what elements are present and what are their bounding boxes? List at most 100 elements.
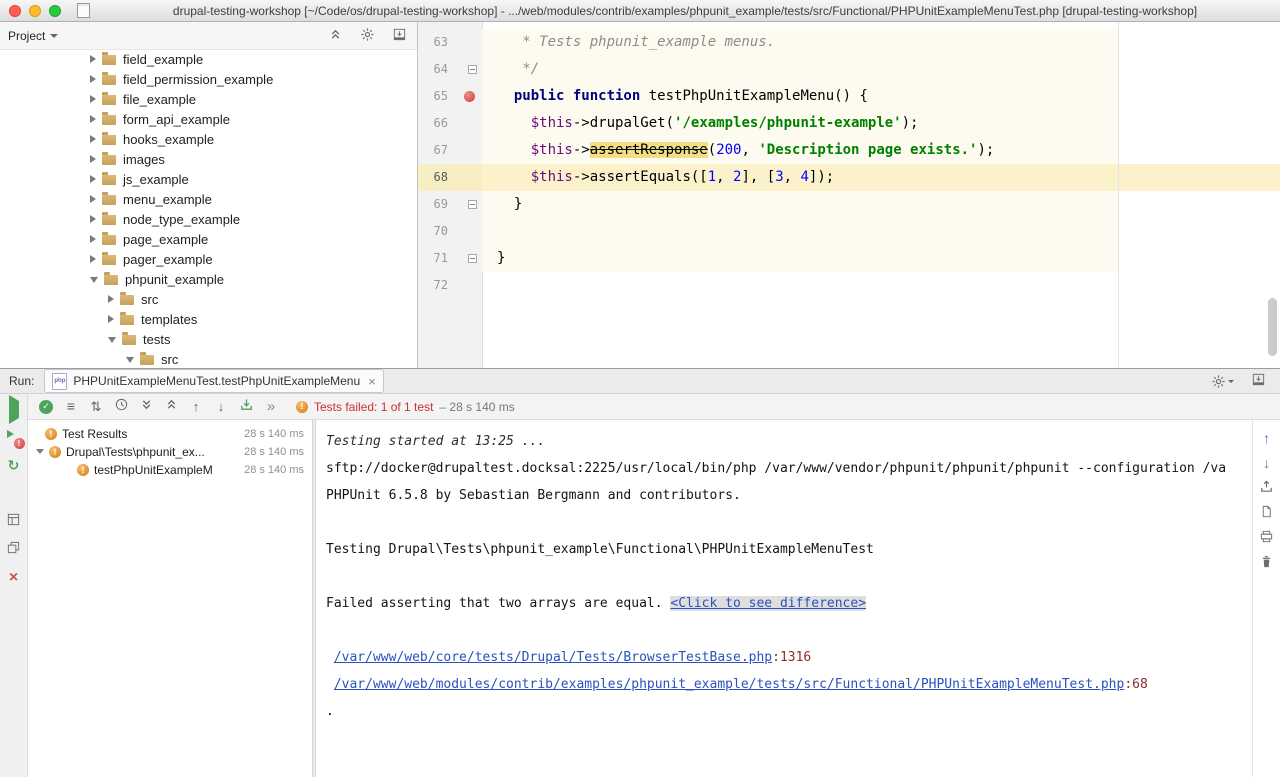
zoom-window-button[interactable] — [49, 5, 61, 17]
minimize-window-button[interactable] — [29, 5, 41, 17]
chevron-right-icon[interactable] — [90, 135, 96, 143]
hide-passed-button[interactable]: ✓ — [36, 397, 56, 417]
editor-line[interactable]: 71} — [418, 245, 1280, 272]
project-tree-item[interactable]: field_permission_example — [0, 69, 417, 89]
open-in-editor-button[interactable] — [1257, 504, 1277, 524]
failed-test-gutter-icon[interactable] — [464, 91, 475, 102]
open-in-editor-icon — [1259, 504, 1274, 524]
project-tree-item[interactable]: images — [0, 149, 417, 169]
sort-by-duration-button[interactable] — [111, 397, 131, 417]
stop-button[interactable] — [4, 484, 24, 504]
next-failed-test-button[interactable]: ↓ — [211, 397, 231, 417]
close-button[interactable]: × — [4, 568, 24, 588]
chevron-right-icon[interactable] — [90, 115, 96, 123]
project-tree-item[interactable]: phpunit_example — [0, 269, 417, 289]
project-tree-item[interactable]: src — [0, 349, 417, 368]
chevron-right-icon[interactable] — [108, 315, 114, 323]
failed-test-icon: ! — [49, 446, 61, 458]
editor-line[interactable]: 72 — [418, 272, 1280, 299]
hide-panel-button[interactable] — [1248, 371, 1268, 391]
project-tree-item[interactable]: page_example — [0, 229, 417, 249]
project-tree-item[interactable]: pager_example — [0, 249, 417, 269]
stack-trace-link[interactable]: /var/www/web/modules/contrib/examples/ph… — [334, 677, 1125, 692]
chevron-right-icon[interactable] — [90, 95, 96, 103]
restore-layout-button[interactable] — [4, 512, 24, 532]
fold-marker-icon[interactable] — [468, 254, 477, 263]
show-ignored-button[interactable]: ≡ — [61, 397, 81, 417]
export-test-results-button[interactable] — [1257, 479, 1277, 499]
test-console[interactable]: Testing started at 13:25 ...sftp://docke… — [316, 420, 1252, 777]
run-left-toolbar: ! ↻ × — [0, 394, 28, 777]
chevron-right-icon[interactable] — [90, 155, 96, 163]
project-tree-item[interactable]: hooks_example — [0, 129, 417, 149]
rerun-failed-tests-button[interactable]: ! — [4, 428, 24, 448]
project-tree-item[interactable]: field_example — [0, 49, 417, 69]
editor-scrollbar[interactable] — [1268, 298, 1277, 356]
close-tab-icon[interactable]: × — [368, 374, 376, 389]
chevron-right-icon[interactable] — [90, 215, 96, 223]
console-line — [326, 617, 1252, 644]
tests-failed-text: Tests failed: 1 of 1 test — [314, 400, 433, 414]
pin-tab-button[interactable] — [4, 540, 24, 560]
chevron-right-icon[interactable] — [90, 235, 96, 243]
chevron-down-icon[interactable] — [126, 357, 134, 363]
editor-line[interactable]: 67 $this->assertResponse(200, 'Descripti… — [418, 137, 1280, 164]
project-tree-item[interactable]: src — [0, 289, 417, 309]
fold-marker-icon[interactable] — [468, 65, 477, 74]
rerun-button[interactable] — [4, 400, 24, 420]
project-tree-item[interactable]: tests — [0, 329, 417, 349]
chevron-right-icon[interactable] — [90, 175, 96, 183]
editor-line[interactable]: 65 public function testPhpUnitExampleMen… — [418, 83, 1280, 110]
project-tree-item[interactable]: form_api_example — [0, 109, 417, 129]
run-configuration-tab[interactable]: php PHPUnitExampleMenuTest.testPhpUnitEx… — [44, 369, 383, 393]
previous-failed-test-button[interactable]: ↑ — [186, 397, 206, 417]
code-editor[interactable]: 63 * Tests phpunit_example menus.64 */65… — [418, 22, 1280, 368]
test-tree-item[interactable]: !Drupal\Tests\phpunit_ex...28 s 140 ms — [28, 443, 312, 461]
project-tree-item[interactable]: node_type_example — [0, 209, 417, 229]
test-tree-item[interactable]: !Test Results28 s 140 ms — [28, 425, 312, 443]
project-tree-item[interactable]: templates — [0, 309, 417, 329]
chevron-right-icon[interactable] — [90, 75, 96, 83]
chevron-down-icon[interactable] — [90, 277, 98, 283]
chevron-right-icon[interactable] — [90, 55, 96, 63]
editor-line[interactable]: 68 $this->assertEquals([1, 2], [3, 4]); — [418, 164, 1280, 191]
editor-line[interactable]: 64 */ — [418, 56, 1280, 83]
editor-line[interactable]: 69 } — [418, 191, 1280, 218]
clear-console-button[interactable] — [1257, 554, 1277, 574]
settings-gear-button[interactable] — [357, 26, 377, 46]
stack-trace-link[interactable]: /var/www/web/core/tests/Drupal/Tests/Bro… — [334, 650, 772, 665]
hide-panel-button[interactable] — [389, 26, 409, 46]
project-tree-item[interactable]: file_example — [0, 89, 417, 109]
project-tree-item[interactable]: menu_example — [0, 189, 417, 209]
collapse-all-button[interactable] — [325, 26, 345, 46]
sort-alphabetically-button[interactable]: ⇅ — [86, 397, 106, 417]
editor-line[interactable]: 66 $this->drupalGet('/examples/phpunit-e… — [418, 110, 1280, 137]
chevron-down-icon[interactable] — [36, 449, 44, 458]
fold-marker-icon[interactable] — [468, 200, 477, 209]
previous-occurrence-button[interactable]: ↑ — [1257, 429, 1277, 449]
project-tree: field_examplefield_permission_examplefil… — [0, 49, 417, 368]
project-tree-item[interactable]: js_example — [0, 169, 417, 189]
test-tree-item[interactable]: !testPhpUnitExampleM28 s 140 ms — [28, 461, 312, 479]
editor-line[interactable]: 63 * Tests phpunit_example menus. — [418, 29, 1280, 56]
chevron-down-icon[interactable] — [108, 337, 116, 343]
expand-all-button[interactable] — [136, 397, 156, 417]
chevron-right-icon[interactable] — [108, 295, 114, 303]
settings-gear-button[interactable] — [1212, 371, 1232, 391]
chevron-right-icon[interactable] — [90, 255, 96, 263]
collapse-all-button[interactable] — [161, 397, 181, 417]
close-window-button[interactable] — [9, 5, 21, 17]
toggle-auto-test-button[interactable]: ↻ — [4, 456, 24, 476]
more-actions-chevron[interactable]: » — [261, 397, 281, 417]
chevron-right-icon[interactable] — [90, 195, 96, 203]
project-view-selector[interactable]: Project — [8, 29, 58, 43]
folder-name: node_type_example — [123, 212, 240, 227]
editor-line[interactable]: 70 — [418, 218, 1280, 245]
console-line: PHPUnit 6.5.8 by Sebastian Bergmann and … — [326, 482, 1252, 509]
next-occurrence-button[interactable]: ↓ — [1257, 454, 1277, 474]
test-history-button[interactable] — [236, 397, 256, 417]
folder-name: images — [123, 152, 165, 167]
print-button[interactable] — [1257, 529, 1277, 549]
test-name: Test Results — [62, 427, 127, 441]
see-difference-link[interactable]: <Click to see difference> — [670, 596, 866, 611]
